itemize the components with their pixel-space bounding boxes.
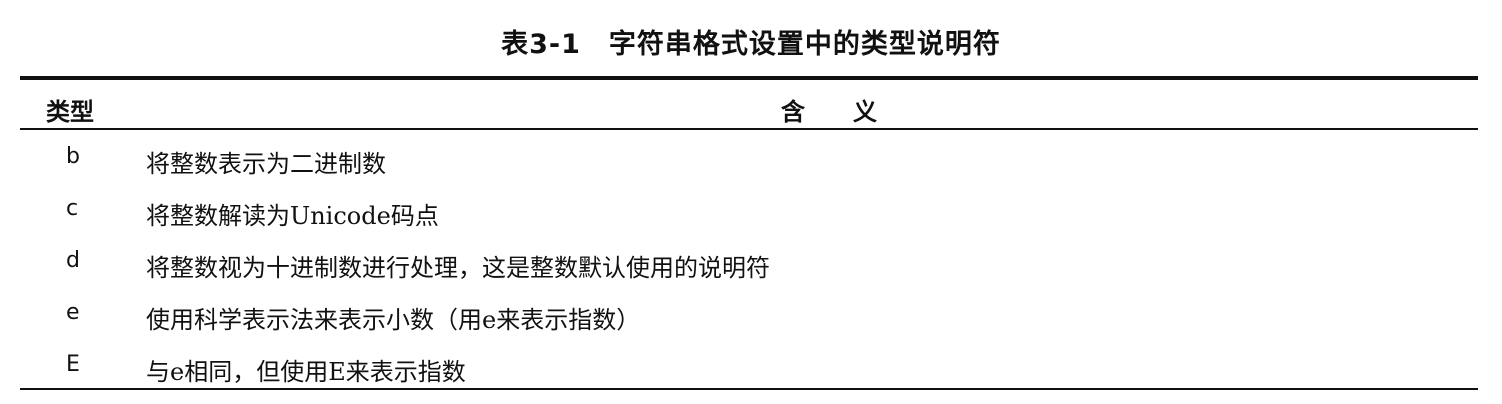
table-row: E 与e相同，但使用E来表示指数 [20,342,1478,394]
meaning-cell: 使用科学表示法来表示小数（用e来表示指数） [146,306,641,334]
meaning-cell: 将整数解读为Unicode码点 [146,202,439,230]
type-cell: d [66,248,80,273]
table-body: b 将整数表示为二进制数 c 将整数解读为Unicode码点 d 将整数视为十进… [20,130,1478,388]
header-meaning: 含 义 [781,98,877,126]
table-row: b 将整数表示为二进制数 [20,134,1478,186]
specifier-table: 类型 含 义 b 将整数表示为二进制数 c 将整数解读为Unicode码点 d … [20,76,1478,390]
type-cell: e [66,300,80,325]
meaning-cell: 将整数表示为二进制数 [146,150,386,178]
type-cell: E [66,352,80,377]
type-cell: b [66,144,80,169]
table-title: 表3-1 字符串格式设置中的类型说明符 [501,29,1001,60]
table-row: d 将整数视为十进制数进行处理，这是整数默认使用的说明符 [20,238,1478,290]
table-row: e 使用科学表示法来表示小数（用e来表示指数） [20,290,1478,342]
table-header-row: 类型 含 义 [20,80,1478,128]
meaning-cell: 与e相同，但使用E来表示指数 [146,358,466,386]
type-cell: c [66,196,79,221]
meaning-cell: 将整数视为十进制数进行处理，这是整数默认使用的说明符 [146,254,770,282]
table-row: c 将整数解读为Unicode码点 [20,186,1478,238]
